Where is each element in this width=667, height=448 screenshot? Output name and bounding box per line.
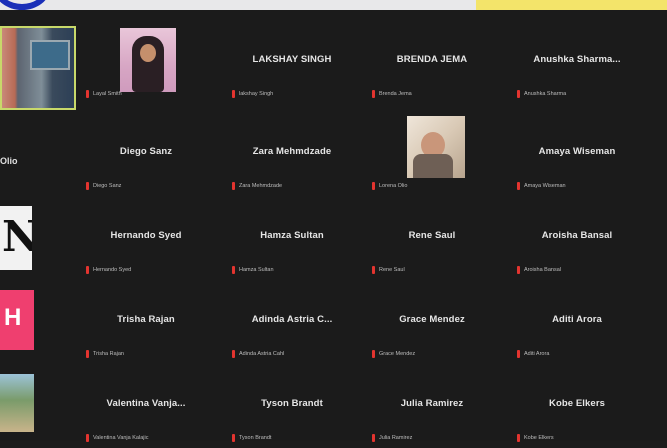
participant-tile[interactable]: Hamza Sultan Hamza Sultan (222, 200, 362, 280)
participant-tile[interactable]: Zara Mehmdzade Zara Mehmdzade (222, 116, 362, 196)
participant-label: Grace Mendez (379, 351, 416, 357)
participant-name: Tyson Brandt (261, 398, 323, 409)
mic-muted-icon (86, 350, 89, 358)
mic-muted-icon (517, 350, 520, 358)
participant-video-thumbnail[interactable] (407, 116, 465, 178)
participant-name: Hamza Sultan (260, 230, 324, 241)
participant-name: Anushka Sharma... (533, 54, 621, 65)
participant-label: Anushka Sharma (524, 91, 567, 97)
mic-muted-icon (372, 350, 375, 358)
participant-tile[interactable]: BRENDA JEMA Brenda Jema (362, 24, 502, 104)
mic-muted-icon (517, 266, 520, 274)
participant-name: Amaya Wiseman (538, 146, 616, 157)
participant-tile[interactable]: Aditi Arora Aditi Arora (507, 284, 647, 364)
participant-name: Trisha Rajan (117, 314, 175, 325)
mic-muted-icon (372, 182, 375, 190)
participant-tile[interactable]: Lorena Olio (362, 116, 502, 196)
participant-tile[interactable]: Kobe Elkers Kobe Elkers (507, 368, 647, 448)
participant-name: Adinda Astria C... (251, 314, 333, 325)
mic-muted-icon (232, 266, 235, 274)
participant-tile[interactable]: Rene Saul Rene Saul (362, 200, 502, 280)
participant-tile[interactable]: LAKSHAY SINGH lakshay Singh (222, 24, 362, 104)
participant-label: Brenda Jema (379, 91, 412, 97)
participant-name: Kobe Elkers (548, 398, 605, 409)
participant-name: Rene Saul (408, 230, 456, 241)
participant-video-thumbnail-pink[interactable]: H (0, 290, 34, 350)
participant-label: Diego Sanz (93, 183, 122, 189)
participant-label: Lorena Olio (379, 183, 408, 189)
participant-tile[interactable]: Diego Sanz Diego Sanz (76, 116, 216, 196)
mic-muted-icon (232, 350, 235, 358)
participant-video-thumbnail-n[interactable]: N (0, 206, 32, 270)
participant-tile[interactable]: Hernando Syed Hernando Syed (76, 200, 216, 280)
participant-tile[interactable]: Tyson Brandt Tyson Brandt (222, 368, 362, 448)
participant-name: Aditi Arora (552, 314, 602, 325)
mic-muted-icon (372, 90, 375, 98)
mic-muted-icon (232, 90, 235, 98)
participant-label: Hamza Sultan (239, 267, 274, 273)
participant-tile[interactable]: Aroisha Bansal Aroisha Bansal (507, 200, 647, 280)
participant-label: Julia Ramirez (379, 435, 413, 441)
participant-name: LAKSHAY SINGH (252, 54, 332, 65)
participant-name: Diego Sanz (119, 146, 173, 157)
participant-tile[interactable]: Amaya Wiseman Amaya Wiseman (507, 116, 647, 196)
participant-tile[interactable]: Julia Ramirez Julia Ramirez (362, 368, 502, 448)
participant-label: Valentina Vanja Kalajic (93, 435, 149, 441)
participant-tile[interactable]: Grace Mendez Grace Mendez (362, 284, 502, 364)
participant-tile[interactable]: Trisha Rajan Trisha Rajan (76, 284, 216, 364)
participant-name: Grace Mendez (399, 314, 465, 325)
letter-n: N (2, 212, 32, 261)
participant-label: lakshay Singh (239, 91, 274, 97)
mic-muted-icon (86, 266, 89, 274)
participant-label: Hernando Syed (93, 267, 132, 273)
participant-label: Layal Smith (93, 91, 122, 97)
participant-label: Aroisha Bansal (524, 267, 561, 273)
mic-muted-icon (232, 182, 235, 190)
notification-banner (476, 0, 667, 10)
participant-label: Trisha Rajan (93, 351, 124, 357)
participant-name: BRENDA JEMA (396, 54, 468, 65)
participant-tile[interactable]: Anushka Sharma... Anushka Sharma (507, 24, 647, 104)
mic-muted-icon (517, 90, 520, 98)
participant-name: Aroisha Bansal (541, 230, 613, 241)
participant-tile[interactable]: Valentina Vanja... Valentina Vanja Kalaj… (76, 368, 216, 448)
left-name-fragment: Olio (0, 156, 18, 166)
participant-name: Zara Mehmdzade (252, 146, 332, 157)
participant-label: Rene Saul (379, 267, 405, 273)
mic-muted-icon (86, 182, 89, 190)
participant-tile[interactable]: Adinda Astria C... Adinda Astria Cahl (222, 284, 362, 364)
participant-label: Kobe Elkers (524, 435, 554, 441)
participant-name: Julia Ramirez (400, 398, 464, 409)
participant-video-thumbnail[interactable] (120, 28, 176, 92)
participant-label: Aditi Arora (524, 351, 550, 357)
participant-label: Zara Mehmdzade (239, 183, 283, 189)
mic-muted-icon (517, 182, 520, 190)
participant-name: Hernando Syed (110, 230, 182, 241)
video-gallery-grid: Olio N H Layal Smith LAKSHAY SINGH laksh… (0, 10, 667, 442)
participant-tile[interactable]: Layal Smith (76, 24, 216, 104)
participant-label: Adinda Astria Cahl (239, 351, 285, 357)
letter-h: H (4, 304, 22, 331)
participant-label: Tyson Brandt (239, 435, 272, 441)
participant-label: Amaya Wiseman (524, 183, 566, 189)
participant-video-thumbnail-landscape[interactable] (0, 374, 34, 432)
participant-video-thumbnail-active[interactable] (0, 26, 76, 110)
participant-name: Valentina Vanja... (106, 398, 186, 409)
mic-muted-icon (86, 90, 89, 98)
mic-muted-icon (372, 266, 375, 274)
